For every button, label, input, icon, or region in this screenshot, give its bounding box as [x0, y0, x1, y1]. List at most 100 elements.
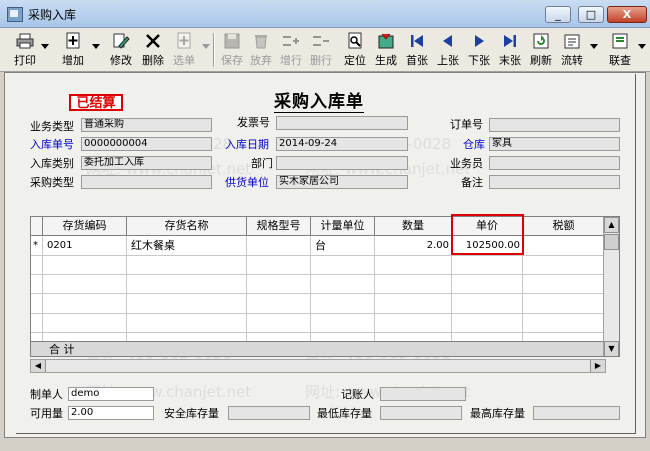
toolbar: 打印 增加 修改 删除 选单 保存 放弃 增行 删行 定位 生成 首张 上张 下… [0, 28, 650, 72]
first-record-button[interactable]: 首张 [403, 30, 431, 70]
min-stock-field[interactable] [380, 406, 462, 420]
link-query-dropdown-icon[interactable] [638, 44, 646, 49]
delete-row-icon [312, 32, 330, 50]
max-stock-label: 最高库存量 [470, 407, 525, 420]
business-type-label: 业务类型 [30, 120, 74, 133]
add-row-button[interactable]: 增行 [277, 30, 305, 70]
available-qty-field[interactable]: 2.00 [68, 406, 154, 420]
window-titlebar: 采购入库 _ □ X [0, 0, 650, 28]
edit-icon [112, 32, 130, 50]
prev-record-icon [439, 32, 457, 50]
close-button[interactable]: X [607, 6, 647, 23]
settled-stamp: 已结算 [69, 94, 123, 111]
cell-unit[interactable]: 台 [315, 238, 371, 254]
safety-stock-field[interactable] [228, 406, 310, 420]
salesperson-field[interactable] [489, 156, 620, 170]
price-highlight-box [451, 214, 524, 255]
scroll-left-icon[interactable]: ◀ [31, 360, 46, 372]
select-dropdown-icon[interactable] [202, 44, 210, 49]
print-button[interactable]: 打印 [10, 30, 40, 70]
maximize-button[interactable]: □ [578, 6, 604, 23]
cell-name[interactable]: 红木餐桌 [131, 238, 243, 254]
salesperson-label: 业务员 [450, 157, 483, 170]
refresh-button[interactable]: 刷新 [527, 30, 555, 70]
purchase-type-field[interactable] [81, 175, 212, 189]
supplier-field[interactable]: 实木家居公司 [276, 175, 408, 189]
add-button[interactable]: 增加 [58, 30, 88, 70]
locate-button[interactable]: 定位 [341, 30, 369, 70]
delete-x-icon [144, 32, 162, 50]
app-icon [7, 7, 23, 22]
delete-row-button[interactable]: 删行 [307, 30, 335, 70]
edit-button[interactable]: 修改 [106, 30, 136, 70]
max-stock-field[interactable] [533, 406, 620, 420]
select-doc-button[interactable]: 选单 [169, 30, 199, 70]
last-record-button[interactable]: 末张 [496, 30, 524, 70]
grid-total-row: 合 计 [31, 341, 604, 356]
status-bar [0, 438, 650, 451]
delete-button[interactable]: 删除 [138, 30, 168, 70]
department-field[interactable] [276, 156, 408, 170]
add-row-icon [282, 32, 300, 50]
warehouse-label: 仓库 [463, 138, 485, 151]
generate-icon [377, 32, 395, 50]
link-query-icon [611, 32, 629, 50]
grid-column-line [374, 236, 375, 342]
warehouse-field[interactable]: 家具 [489, 137, 620, 151]
generate-button[interactable]: 生成 [372, 30, 400, 70]
cell-spec[interactable] [251, 238, 307, 254]
grid-column-line [42, 236, 43, 342]
grid-horizontal-scrollbar[interactable]: ◀ ▶ [30, 359, 606, 373]
prev-record-button[interactable]: 上张 [434, 30, 462, 70]
link-query-button[interactable]: 联查 [605, 30, 635, 70]
print-dropdown-icon[interactable] [41, 44, 49, 49]
receipt-category-label: 入库类别 [30, 157, 74, 170]
department-label: 部门 [251, 157, 273, 170]
remarks-field[interactable] [489, 175, 620, 189]
grid-row-line [31, 313, 604, 314]
save-button[interactable]: 保存 [218, 30, 246, 70]
printer-icon [16, 32, 34, 50]
total-label: 合 计 [49, 343, 75, 356]
flow-dropdown-icon[interactable] [590, 44, 598, 49]
column-header-unit[interactable]: 计量单位 [311, 217, 375, 236]
maker-field[interactable]: demo [68, 387, 154, 401]
save-disk-icon [223, 32, 241, 50]
business-type-field[interactable]: 普通采购 [81, 118, 212, 132]
receipt-no-field[interactable]: 0000000004 [81, 137, 212, 151]
scroll-up-icon[interactable]: ▲ [604, 217, 619, 233]
add-dropdown-icon[interactable] [92, 44, 100, 49]
select-doc-icon [175, 32, 193, 50]
cell-tax[interactable] [526, 238, 602, 254]
document-title: 采购入库单 [274, 92, 364, 113]
scroll-right-icon[interactable]: ▶ [590, 360, 605, 372]
last-record-icon [501, 32, 519, 50]
flow-button[interactable]: 流转 [558, 30, 586, 70]
column-header-code[interactable]: 存货编码 [43, 217, 127, 236]
invoice-no-field[interactable] [276, 116, 408, 130]
receipt-category-field[interactable]: 委托加工入库 [81, 156, 212, 170]
discard-button[interactable]: 放弃 [247, 30, 275, 70]
scroll-down-icon[interactable]: ▼ [604, 341, 619, 356]
grid-row-line [31, 293, 604, 294]
column-header-tax[interactable]: 税额 [523, 217, 605, 236]
column-header-spec[interactable]: 规格型号 [247, 217, 311, 236]
minimize-button[interactable]: _ [545, 6, 571, 23]
grid-row-line [31, 255, 604, 256]
bookkeeper-field[interactable] [380, 387, 466, 401]
row-marker: * [33, 240, 38, 251]
add-doc-icon [64, 32, 82, 50]
cell-qty[interactable]: 2.00 [379, 238, 449, 254]
grid-vertical-scrollbar[interactable]: ▲ ▼ [603, 217, 619, 356]
cell-code[interactable]: 0201 [47, 238, 125, 254]
flow-icon [563, 32, 581, 50]
next-record-button[interactable]: 下张 [465, 30, 493, 70]
receipt-date-field[interactable]: 2014-09-24 [276, 137, 408, 151]
order-no-field[interactable] [489, 118, 620, 132]
receipt-no-label: 入库单号 [30, 138, 74, 151]
scroll-thumb[interactable] [604, 234, 619, 250]
grid-row-line [31, 332, 604, 333]
column-header-qty[interactable]: 数量 [375, 217, 452, 236]
column-header-name[interactable]: 存货名称 [127, 217, 247, 236]
toolbar-separator [213, 33, 215, 67]
